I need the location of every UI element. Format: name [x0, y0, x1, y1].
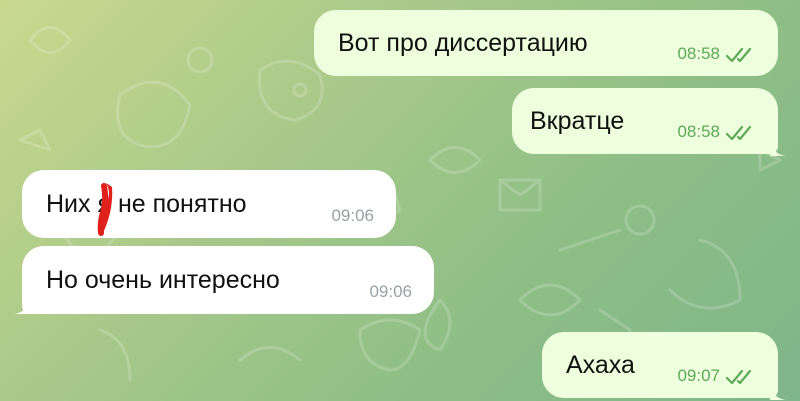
message-meta: 09:06	[369, 282, 412, 302]
message-time: 09:07	[677, 366, 720, 385]
message-bubble-outgoing[interactable]: Ахаха 09:07	[542, 332, 778, 398]
message-text: Ахаха	[566, 350, 635, 379]
message-bubble-incoming[interactable]: Них я не понятно 09:06	[22, 170, 396, 238]
message-time: 08:58	[677, 122, 720, 141]
message-text: Вкратце	[530, 106, 625, 135]
bubble-tail	[770, 384, 786, 400]
message-text: Но очень интересно	[46, 265, 280, 294]
censor-mark	[97, 183, 113, 236]
message-time: 08:58	[677, 44, 720, 63]
message-time: 09:06	[369, 282, 412, 301]
message-bubble-outgoing[interactable]: Вкратце 08:58	[512, 88, 778, 154]
double-check-icon	[726, 369, 752, 385]
double-check-icon	[726, 47, 752, 63]
bubble-tail	[770, 140, 786, 156]
message-meta: 08:58	[677, 122, 760, 142]
message-meta: 09:07	[677, 366, 760, 386]
message-text: Них я не понятно	[46, 189, 247, 218]
double-check-icon	[726, 125, 752, 141]
message-meta: 08:58	[677, 44, 760, 64]
message-text: Вот про диссертацию	[338, 28, 588, 57]
bubble-tail	[14, 298, 30, 314]
message-meta: 09:06	[331, 206, 374, 226]
message-time: 09:06	[331, 206, 374, 225]
message-bubble-incoming[interactable]: Но очень интересно 09:06	[22, 246, 434, 314]
message-bubble-outgoing[interactable]: Вот про диссертацию 08:58	[314, 10, 778, 76]
